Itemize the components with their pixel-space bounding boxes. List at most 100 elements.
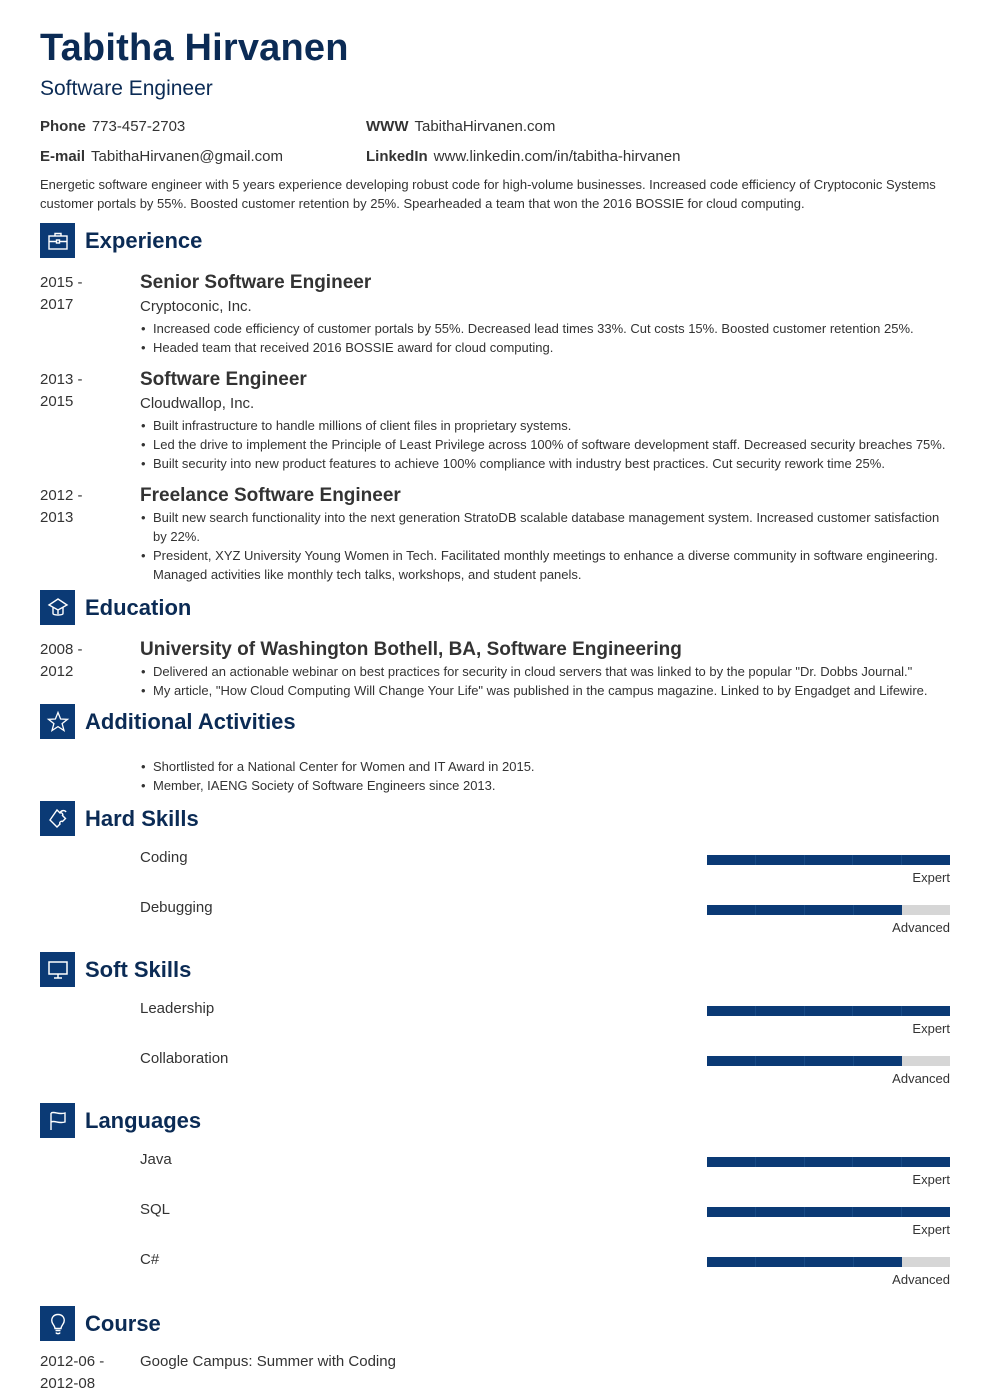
bullet-list: Delivered an actionable webinar on best … bbox=[140, 662, 950, 700]
skill-rating-bar bbox=[707, 1056, 950, 1066]
skill-name: Leadership bbox=[140, 1000, 215, 1017]
contact-value[interactable]: TabithaHirvanen.com bbox=[414, 118, 555, 135]
job-title: Freelance Software Engineer bbox=[140, 485, 401, 506]
bullet-list: Built new search functionality into the … bbox=[140, 508, 950, 584]
contact-value[interactable]: TabithaHirvanen@gmail.com bbox=[91, 148, 283, 165]
entry-date: 2008 -2012 bbox=[40, 641, 83, 680]
contact-value: 773-457-2703 bbox=[91, 118, 186, 135]
activities-entry: Shortlisted for a National Center for Wo… bbox=[40, 756, 950, 795]
skill-rating-bar bbox=[707, 1006, 950, 1016]
rating-segment-filled bbox=[852, 1006, 902, 1016]
contact-label: Phone bbox=[40, 118, 86, 135]
section-header-course: Course bbox=[40, 1306, 950, 1341]
rating-segment-filled bbox=[707, 905, 755, 915]
contact-label: E-mail bbox=[40, 148, 86, 165]
rating-segment-filled bbox=[755, 905, 804, 915]
soft-skills-list: Leadership Expert Collaboration Advanced bbox=[40, 999, 950, 1099]
rating-segment-filled bbox=[803, 1207, 853, 1217]
skill-name: Debugging bbox=[140, 899, 213, 916]
skill-rating-bar bbox=[707, 855, 950, 865]
candidate-title: Software Engineer bbox=[40, 77, 213, 100]
rating-segment-filled bbox=[803, 855, 853, 865]
contact-info: Phone 773-457-2703 WWW TabithaHirvanen.com… bbox=[40, 117, 950, 166]
section-title: Languages bbox=[85, 1108, 202, 1133]
bullet-item: Member, IAENG Society of Software Engine… bbox=[140, 776, 950, 795]
flag-icon bbox=[40, 1103, 75, 1138]
contact-label: LinkedIn bbox=[366, 148, 428, 165]
rating-segment-filled bbox=[755, 1257, 804, 1267]
skill-row: Debugging Advanced bbox=[40, 898, 950, 948]
monitor-icon bbox=[40, 952, 75, 987]
language-name: C# bbox=[140, 1251, 160, 1268]
lightbulb-icon bbox=[40, 1306, 75, 1341]
bullet-list: Built infrastructure to handle millions … bbox=[140, 416, 950, 473]
section-header-languages: Languages bbox=[40, 1103, 950, 1138]
language-row: C# Advanced bbox=[40, 1250, 950, 1300]
rating-segment-filled bbox=[901, 1157, 950, 1167]
contact-www: WWW TabithaHirvanen.com bbox=[366, 117, 950, 136]
bullet-item: Built new search functionality into the … bbox=[140, 508, 950, 546]
rating-segment-filled bbox=[754, 1207, 804, 1217]
section-header-experience: Experience bbox=[40, 223, 950, 258]
rating-segment-empty bbox=[902, 1056, 950, 1066]
section-title: Education bbox=[85, 595, 192, 620]
section-header-soft-skills: Soft Skills bbox=[40, 952, 950, 987]
language-row: SQL Expert bbox=[40, 1200, 950, 1250]
experience-entry: 2012 -2013 Freelance Software Engineer B… bbox=[40, 485, 950, 584]
bullet-item: Built security into new product features… bbox=[140, 454, 950, 473]
section-title: Experience bbox=[85, 228, 203, 253]
bullet-item: Delivered an actionable webinar on best … bbox=[140, 662, 950, 681]
bullet-item: Built infrastructure to handle millions … bbox=[140, 416, 950, 435]
language-rating-bar bbox=[707, 1257, 950, 1267]
contact-label: WWW bbox=[366, 118, 409, 135]
rating-segment-filled bbox=[852, 855, 902, 865]
rating-segment-filled bbox=[754, 855, 804, 865]
entry-date: 2013 -2015 bbox=[40, 371, 83, 410]
company-name: Cloudwallop, Inc. bbox=[140, 395, 255, 412]
skill-row: Coding Expert bbox=[40, 848, 950, 898]
rating-segment-filled bbox=[707, 1207, 755, 1217]
hard-skills-list: Coding Expert Debugging Advanced bbox=[40, 848, 950, 948]
contact-email: E-mail TabithaHirvanen@gmail.com bbox=[40, 147, 366, 166]
contact-linkedin: LinkedIn www.linkedin.com/in/tabitha-hirv… bbox=[366, 147, 950, 166]
skill-level: Advanced bbox=[892, 920, 950, 935]
language-level: Expert bbox=[912, 1172, 950, 1187]
rating-segment-filled bbox=[853, 1257, 902, 1267]
rating-segment-filled bbox=[754, 1157, 804, 1167]
language-name: SQL bbox=[140, 1201, 171, 1218]
language-level: Expert bbox=[912, 1222, 950, 1237]
experience-entry: 2013 -2015 Software Engineer Cloudwallop… bbox=[40, 369, 950, 473]
skill-level: Advanced bbox=[892, 1071, 950, 1086]
language-rating-bar bbox=[707, 1157, 950, 1167]
language-rating-bar bbox=[707, 1207, 950, 1217]
rating-segment-filled bbox=[901, 1207, 950, 1217]
language-name: Java bbox=[140, 1151, 172, 1168]
course-title: Google Campus: Summer with Coding bbox=[140, 1353, 396, 1370]
rating-segment-filled bbox=[852, 1207, 902, 1217]
skill-level: Expert bbox=[912, 1021, 950, 1036]
rating-segment-filled bbox=[707, 1056, 755, 1066]
entry-date: 2012 -2013 bbox=[40, 487, 83, 526]
section-title: Course bbox=[85, 1311, 161, 1336]
education-entry: 2008 -2012 University of Washington Both… bbox=[40, 639, 950, 700]
rating-segment-filled bbox=[853, 905, 902, 915]
bullet-list: Shortlisted for a National Center for Wo… bbox=[140, 757, 950, 795]
languages-list: Java Expert SQL Expert C# Advanced bbox=[40, 1150, 950, 1300]
rating-segment-filled bbox=[804, 1257, 853, 1267]
star-icon bbox=[40, 704, 75, 739]
rating-segment-filled bbox=[901, 1006, 950, 1016]
job-title: Senior Software Engineer bbox=[140, 272, 372, 293]
company-name: Cryptoconic, Inc. bbox=[140, 298, 252, 315]
contact-value[interactable]: www.linkedin.com/in/tabitha-hirvanen bbox=[434, 148, 681, 165]
rating-segment-filled bbox=[804, 1056, 853, 1066]
section-title: Soft Skills bbox=[85, 957, 192, 982]
graduation-cap-icon bbox=[40, 590, 75, 625]
section-header-hard-skills: Hard Skills bbox=[40, 801, 950, 836]
skill-rating-bar bbox=[707, 905, 950, 915]
rating-segment-empty bbox=[902, 1257, 950, 1267]
rating-segment-filled bbox=[853, 1056, 902, 1066]
bullet-list: Increased code efficiency of customer po… bbox=[140, 319, 950, 357]
bullet-item: Headed team that received 2016 BOSSIE aw… bbox=[140, 338, 950, 357]
language-row: Java Expert bbox=[40, 1150, 950, 1200]
section-title: Additional Activities bbox=[85, 709, 296, 734]
